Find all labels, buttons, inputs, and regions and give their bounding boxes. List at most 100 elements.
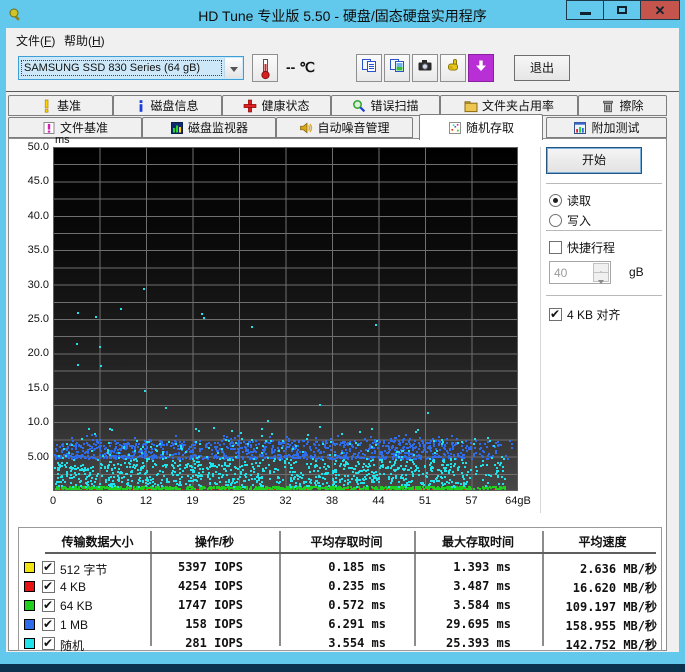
table-row: 512 字节 5397 IOPS 0.185 ms 1.393 ms 2.636… bbox=[19, 558, 663, 578]
tab-disk-monitor[interactable]: 磁盘监视器 bbox=[142, 117, 276, 138]
x-tick-label: 6 bbox=[96, 495, 102, 507]
camera-icon bbox=[417, 58, 433, 73]
series-checkbox[interactable] bbox=[42, 599, 55, 612]
table-row: 随机 281 IOPS 3.554 ms 25.393 ms 142.752 M… bbox=[19, 634, 663, 654]
x-tick-label: 0 bbox=[50, 495, 56, 507]
minimize-button[interactable] bbox=[566, 0, 604, 20]
tab-random-access[interactable]: 随机存取 bbox=[419, 114, 543, 140]
y-tick-label: 30.0 bbox=[11, 279, 49, 291]
close-icon: ✕ bbox=[655, 3, 666, 18]
close-button[interactable]: ✕ bbox=[640, 0, 680, 20]
drive-select-value: SAMSUNG SSD 830 Series (64 gB) bbox=[22, 61, 221, 75]
plot-area bbox=[53, 147, 518, 491]
tab-file-benchmark[interactable]: 文件基准 bbox=[8, 117, 142, 138]
maximize-icon bbox=[617, 6, 627, 14]
capacity-value: 40 bbox=[554, 266, 567, 280]
avg-access-value: 0.185 ms bbox=[279, 560, 414, 574]
short-stroke-row[interactable]: 快捷行程 bbox=[549, 239, 615, 256]
series-swatch bbox=[24, 638, 35, 649]
iops-value: 5397 IOPS bbox=[150, 560, 279, 574]
folder-icon bbox=[464, 99, 478, 113]
title-bar[interactable]: HD Tune 专业版 5.50 - 硬盘/固态硬盘实用程序 ✕ bbox=[0, 0, 685, 28]
magnifier-icon bbox=[352, 99, 366, 113]
save-screenshot-button[interactable] bbox=[412, 54, 438, 82]
panel-separator bbox=[540, 147, 541, 513]
start-button[interactable]: 开始 bbox=[546, 147, 642, 174]
maximize-button[interactable] bbox=[603, 0, 641, 20]
short-stroke-label: 快捷行程 bbox=[567, 239, 615, 256]
iops-value: 281 IOPS bbox=[150, 636, 279, 650]
menu-help[interactable]: 帮助(H) bbox=[58, 30, 111, 48]
hand-icon bbox=[445, 58, 461, 73]
series-checkbox[interactable] bbox=[42, 580, 55, 593]
write-radio[interactable] bbox=[549, 214, 562, 227]
tab-folder-usage[interactable]: 文件夹占用率 bbox=[440, 95, 578, 116]
y-tick-label: 20.0 bbox=[11, 347, 49, 359]
options-button[interactable] bbox=[440, 54, 466, 82]
update-button[interactable] bbox=[468, 54, 494, 82]
series-checkbox[interactable] bbox=[42, 637, 55, 650]
series-checkbox[interactable] bbox=[42, 618, 55, 631]
speaker-icon bbox=[299, 121, 313, 135]
stats-table: 传输数据大小 操作/秒 平均存取时间 最大存取时间 平均速度 512 字节 53… bbox=[18, 527, 662, 651]
extra-tests-icon bbox=[573, 121, 587, 135]
series-checkbox[interactable] bbox=[42, 561, 55, 574]
y-tick-label: 25.0 bbox=[11, 313, 49, 325]
download-arrow-icon bbox=[473, 58, 489, 74]
separator bbox=[546, 295, 662, 297]
avg-speed-value: 109.197 MB/秒 bbox=[542, 598, 663, 615]
x-tick-label: 51 bbox=[419, 495, 431, 507]
copy-text-button[interactable] bbox=[356, 54, 382, 82]
short-stroke-checkbox[interactable] bbox=[549, 241, 562, 254]
x-tick-label: 64gB bbox=[505, 495, 531, 507]
tab-error-scan[interactable]: 错误扫描 bbox=[331, 95, 440, 116]
align-row[interactable]: 4 KB 对齐 bbox=[549, 306, 620, 323]
avg-access-value: 0.572 ms bbox=[279, 598, 414, 612]
separator bbox=[546, 230, 662, 232]
series-swatch bbox=[24, 562, 35, 573]
random-access-icon bbox=[448, 121, 462, 135]
col-header-size: 传输数据大小 bbox=[45, 533, 150, 550]
chevron-down-icon[interactable] bbox=[224, 58, 242, 78]
menu-file[interactable]: 文件(F) bbox=[10, 30, 61, 48]
capacity-spinner[interactable]: 40 bbox=[549, 261, 611, 284]
y-axis-unit: ms bbox=[55, 134, 70, 146]
temperature-button[interactable] bbox=[252, 54, 278, 82]
toolbar-separator bbox=[6, 91, 679, 92]
write-radio-row[interactable]: 写入 bbox=[549, 212, 591, 229]
avg-speed-value: 2.636 MB/秒 bbox=[542, 560, 663, 577]
menu-bar: 文件(F) 帮助(H) bbox=[6, 28, 679, 50]
trash-icon bbox=[601, 99, 615, 113]
copy-text-icon bbox=[361, 58, 377, 73]
copy-image-button[interactable] bbox=[384, 54, 410, 82]
align-checkbox[interactable] bbox=[549, 308, 562, 321]
tab-erase[interactable]: 擦除 bbox=[578, 95, 667, 116]
capacity-unit: gB bbox=[629, 265, 644, 279]
drive-select[interactable]: SAMSUNG SSD 830 Series (64 gB) bbox=[18, 56, 244, 80]
iops-value: 158 IOPS bbox=[150, 617, 279, 631]
read-radio[interactable] bbox=[549, 194, 562, 207]
series-label: 随机 bbox=[60, 637, 84, 654]
y-tick-label: 5.00 bbox=[11, 451, 49, 463]
thermometer-icon bbox=[256, 58, 274, 80]
avg-speed-value: 158.955 MB/秒 bbox=[542, 617, 663, 634]
tab-aam[interactable]: 自动噪音管理 bbox=[276, 117, 413, 138]
tab-disk-info[interactable]: 磁盘信息 bbox=[113, 95, 222, 116]
x-tick-label: 57 bbox=[465, 495, 477, 507]
exit-button[interactable]: 退出 bbox=[514, 55, 570, 81]
y-axis-labels: 50.045.040.035.030.025.020.015.010.05.00 bbox=[9, 147, 51, 497]
tab-health[interactable]: 健康状态 bbox=[222, 95, 331, 116]
spin-down-button[interactable] bbox=[593, 272, 609, 282]
tab-extra-tests[interactable]: 附加测试 bbox=[546, 117, 667, 138]
random-access-page: ms 50.045.040.035.030.025.020.015.010.05… bbox=[8, 138, 667, 651]
series-label: 4 KB bbox=[60, 580, 86, 594]
y-tick-label: 45.0 bbox=[11, 175, 49, 187]
avg-access-value: 6.291 ms bbox=[279, 617, 414, 631]
y-tick-label: 50.0 bbox=[11, 141, 49, 153]
read-radio-row[interactable]: 读取 bbox=[549, 192, 591, 209]
max-access-value: 25.393 ms bbox=[414, 636, 542, 650]
tab-benchmark[interactable]: 基准 bbox=[8, 95, 113, 116]
series-label: 64 KB bbox=[60, 599, 93, 613]
copy-image-icon bbox=[389, 58, 405, 73]
max-access-value: 3.584 ms bbox=[414, 598, 542, 612]
